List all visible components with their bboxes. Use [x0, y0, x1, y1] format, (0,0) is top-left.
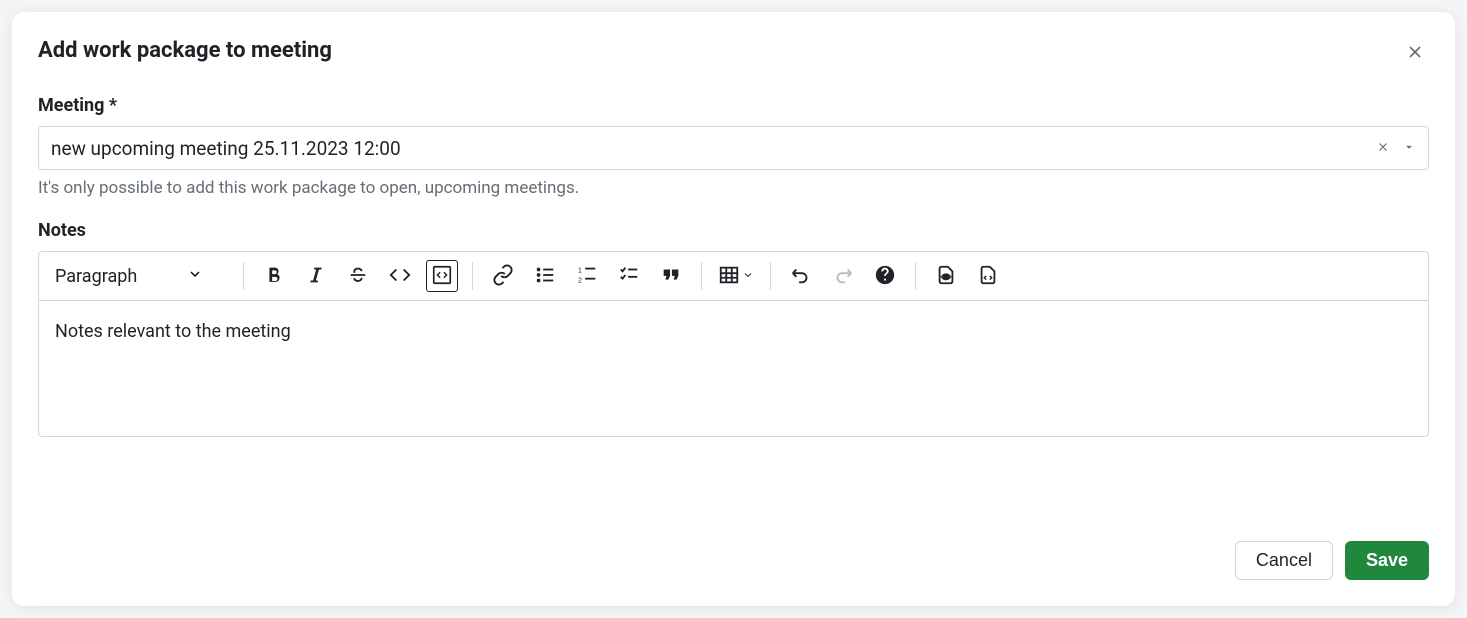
add-work-package-modal: Add work package to meeting Meeting * ne… — [12, 12, 1455, 606]
todo-list-button[interactable] — [613, 260, 645, 292]
numbered-list-icon: 12 — [576, 264, 598, 289]
toolbar-separator — [701, 262, 702, 290]
table-group — [716, 260, 756, 292]
meeting-select[interactable]: new upcoming meeting 25.11.2023 12:00 — [38, 126, 1429, 170]
code-icon — [389, 264, 411, 289]
strikethrough-button[interactable] — [342, 260, 374, 292]
meeting-hint: It's only possible to add this work pack… — [38, 178, 1429, 198]
help-icon — [874, 264, 896, 289]
toolbar-separator — [915, 262, 916, 290]
link-icon — [492, 264, 514, 289]
cancel-button[interactable]: Cancel — [1235, 541, 1333, 580]
heading-dropdown-label: Paragraph — [55, 266, 137, 287]
modal-header: Add work package to meeting — [38, 38, 1429, 69]
bold-button[interactable] — [258, 260, 290, 292]
ordered-list-button[interactable]: 12 — [571, 260, 603, 292]
table-icon — [718, 264, 740, 289]
code-button[interactable] — [384, 260, 416, 292]
meeting-label: Meeting * — [38, 95, 1429, 116]
save-button[interactable]: Save — [1345, 541, 1429, 580]
preview-button[interactable] — [930, 260, 962, 292]
modal-footer: Cancel Save — [38, 521, 1429, 580]
notes-label: Notes — [38, 220, 1429, 241]
todo-list-icon — [618, 264, 640, 289]
svg-text:2: 2 — [578, 275, 582, 284]
meeting-select-value: new upcoming meeting 25.11.2023 12:00 — [51, 137, 1372, 160]
bold-icon — [263, 264, 285, 289]
chevron-down-icon — [742, 269, 754, 284]
meeting-dropdown-toggle[interactable] — [1394, 135, 1416, 162]
chevron-down-icon — [187, 266, 203, 286]
format-group — [258, 260, 458, 292]
x-icon — [1376, 139, 1390, 158]
notes-field-group: Notes Paragraph — [38, 220, 1429, 437]
rich-text-editor: Paragraph — [38, 251, 1429, 437]
caret-down-icon — [1402, 139, 1416, 158]
link-button[interactable] — [487, 260, 519, 292]
svg-text:1: 1 — [578, 265, 582, 274]
toolbar-separator — [770, 262, 771, 290]
strikethrough-icon — [347, 264, 369, 289]
preview-icon — [935, 264, 957, 289]
notes-textarea[interactable]: Notes relevant to the meeting — [39, 301, 1428, 436]
toolbar-separator — [243, 262, 244, 290]
undo-button[interactable] — [785, 260, 817, 292]
meeting-field-group: Meeting * new upcoming meeting 25.11.202… — [38, 95, 1429, 198]
redo-button[interactable] — [827, 260, 859, 292]
source-icon — [977, 264, 999, 289]
quote-icon — [660, 264, 682, 289]
code-block-icon — [431, 264, 453, 289]
toolbar-separator — [472, 262, 473, 290]
close-button[interactable] — [1401, 38, 1429, 69]
italic-button[interactable] — [300, 260, 332, 292]
bullet-list-icon — [534, 264, 556, 289]
modal-title: Add work package to meeting — [38, 38, 332, 63]
help-button[interactable] — [869, 260, 901, 292]
close-icon — [1405, 42, 1425, 65]
heading-dropdown[interactable]: Paragraph — [49, 262, 229, 291]
editor-toolbar: Paragraph — [39, 252, 1428, 301]
insert-group: 12 — [487, 260, 687, 292]
unordered-list-button[interactable] — [529, 260, 561, 292]
code-block-button[interactable] — [426, 260, 458, 292]
history-group — [785, 260, 901, 292]
view-group — [930, 260, 1004, 292]
italic-icon — [305, 264, 327, 289]
blockquote-button[interactable] — [655, 260, 687, 292]
table-button[interactable] — [716, 260, 756, 292]
redo-icon — [832, 264, 854, 289]
clear-meeting-button[interactable] — [1372, 135, 1394, 162]
source-button[interactable] — [972, 260, 1004, 292]
undo-icon — [790, 264, 812, 289]
